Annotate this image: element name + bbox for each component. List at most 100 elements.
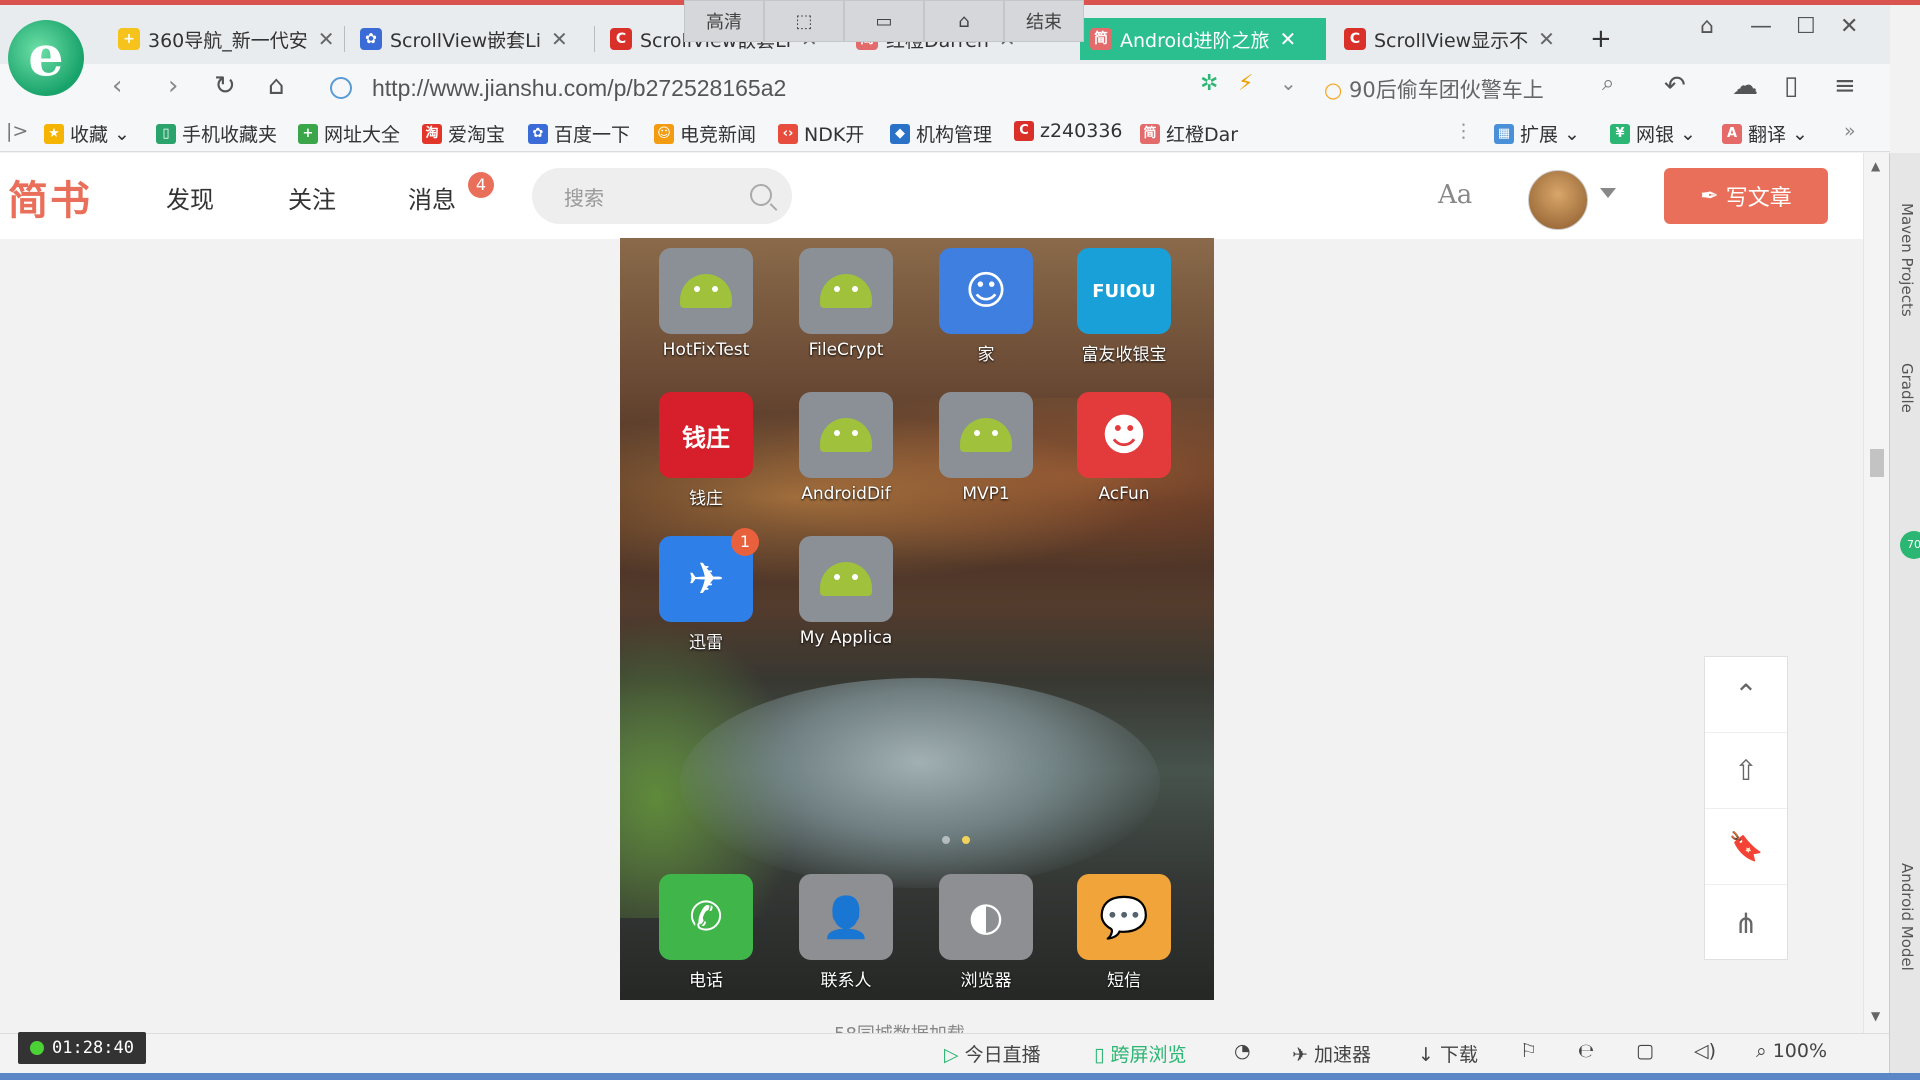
- bookmark-taobao[interactable]: 淘爱淘宝: [422, 120, 505, 147]
- window-icon[interactable]: ▢: [1636, 1040, 1654, 1062]
- close-icon[interactable]: ✕: [551, 27, 568, 51]
- dropdown-icon[interactable]: ⌄: [1280, 71, 1297, 95]
- nav-follow[interactable]: 关注: [288, 180, 336, 215]
- font-settings-button[interactable]: Aa: [1438, 180, 1472, 210]
- nav-discover[interactable]: 发现: [166, 180, 214, 215]
- chevron-down-icon[interactable]: [1600, 188, 1616, 198]
- zoom-control[interactable]: ⌕ 100%: [1756, 1040, 1827, 1062]
- record-home-icon[interactable]: ⌂: [924, 0, 1004, 42]
- more-bookmarks-icon[interactable]: ⋮: [1454, 120, 1473, 142]
- back-icon[interactable]: ‹: [112, 71, 122, 101]
- maximize-icon[interactable]: ☐: [1796, 14, 1816, 39]
- home-icon[interactable]: ⌂: [268, 71, 285, 101]
- record-end-button[interactable]: 结束: [1004, 0, 1084, 42]
- bookmark-z240336[interactable]: Cz240336: [1014, 120, 1123, 142]
- nav-messages[interactable]: 消息: [408, 180, 456, 215]
- star-icon: ★: [44, 123, 64, 144]
- search-field[interactable]: ○ 90后偷车团伙警车上: [1324, 74, 1624, 104]
- bookmark-mobile[interactable]: ▯ 手机收藏夹: [156, 120, 277, 147]
- chevron-right-icon[interactable]: »: [1844, 120, 1856, 142]
- scroll-top-icon[interactable]: ⌃: [1705, 657, 1787, 733]
- download-button[interactable]: ↓ 下载: [1418, 1040, 1478, 1067]
- recording-timer: 01:28:40: [18, 1032, 146, 1064]
- cloud-icon[interactable]: ☁: [1732, 71, 1758, 101]
- bookmark-directory[interactable]: + 网址大全: [298, 120, 400, 147]
- scrollbar[interactable]: ▲ ▼: [1863, 153, 1889, 1033]
- history-icon[interactable]: ◔: [1234, 1040, 1251, 1062]
- write-article-button[interactable]: ✒ 写文章: [1664, 168, 1828, 224]
- scroll-up-icon[interactable]: ▲: [1871, 159, 1880, 173]
- ie-icon[interactable]: ℮: [1578, 1040, 1594, 1062]
- bookmark-org[interactable]: ◆ 机构管理: [890, 120, 992, 147]
- close-icon[interactable]: ✕: [318, 27, 335, 51]
- browser-icon: ◐: [939, 874, 1033, 960]
- app-filecrypt: FileCrypt: [798, 248, 894, 360]
- speed-icon[interactable]: ✲: [1200, 71, 1218, 96]
- bookmark-icon[interactable]: 🔖: [1705, 809, 1787, 885]
- volume-icon[interactable]: ◁): [1694, 1040, 1716, 1062]
- acfun-icon: ☻: [1077, 392, 1171, 478]
- avatar[interactable]: [1528, 170, 1588, 230]
- tab-favicon-icon: +: [118, 28, 140, 50]
- search-icon[interactable]: [750, 184, 772, 206]
- app-acfun: ☻ AcFun: [1076, 392, 1172, 504]
- extensions-label: 扩展: [1520, 124, 1559, 146]
- cross-screen-label: 跨屏浏览: [1110, 1044, 1187, 1066]
- bookmark-darren[interactable]: 简红橙Dar: [1140, 120, 1238, 147]
- scroll-down-icon[interactable]: ▼: [1871, 1009, 1880, 1023]
- maven-projects-tab[interactable]: Maven Projects: [1894, 203, 1916, 317]
- url-field[interactable]: http://www.jianshu.com/p/b272528165a2: [330, 72, 1170, 104]
- tab-favicon-icon: ✿: [360, 28, 382, 50]
- record-hd-button[interactable]: 高清: [684, 0, 764, 42]
- tab-2[interactable]: ✿ ScrollView嵌套Li ✕: [350, 18, 580, 60]
- site-logo[interactable]: 简书: [8, 168, 92, 226]
- reload-icon[interactable]: ↻: [214, 71, 236, 101]
- site-search-input[interactable]: 搜索: [532, 168, 792, 224]
- bookmarks-toggle-icon[interactable]: |>: [6, 120, 28, 142]
- dock-sms: 💬 短信: [1076, 874, 1172, 991]
- url-text: http://www.jianshu.com/p/b272528165a2: [372, 74, 787, 101]
- search-icon[interactable]: ⌕: [1602, 71, 1614, 96]
- bookmark-favorites[interactable]: ★ 收藏 ⌄: [44, 120, 130, 147]
- lightning-icon[interactable]: ⚡: [1238, 71, 1253, 96]
- gradle-tab[interactable]: Gradle: [1894, 363, 1916, 413]
- share-up-icon[interactable]: ⇧: [1705, 733, 1787, 809]
- menu-icon[interactable]: ≡: [1834, 71, 1856, 101]
- window-close-icon[interactable]: ✕: [1840, 14, 1858, 39]
- minimize-icon[interactable]: —: [1750, 14, 1772, 39]
- browser-logo-icon[interactable]: e: [8, 20, 84, 96]
- app-mvp1: MVP1: [938, 392, 1034, 504]
- record-region-icon[interactable]: ⬚: [764, 0, 844, 42]
- tab-favicon-icon: 简: [1090, 28, 1112, 50]
- extensions-menu[interactable]: ▦ 扩展 ⌄: [1494, 120, 1580, 147]
- undo-icon[interactable]: ↶: [1664, 71, 1686, 101]
- close-icon[interactable]: ✕: [1538, 27, 1555, 51]
- skin-icon[interactable]: ⌂: [1700, 14, 1714, 39]
- tab-label: ScrollView嵌套Li: [390, 29, 542, 52]
- scrollbar-thumb[interactable]: [1870, 449, 1884, 477]
- android-icon: [799, 536, 893, 622]
- bookmark-esports[interactable]: ☺ 电竞新闻: [654, 120, 756, 147]
- reader-icon[interactable]: ▯: [1784, 71, 1798, 101]
- share-icon[interactable]: ⋔: [1705, 885, 1787, 961]
- live-button[interactable]: ▷ 今日直播: [944, 1040, 1041, 1067]
- ide-indicator: 70: [1900, 531, 1920, 559]
- record-window-icon[interactable]: ▭: [844, 0, 924, 42]
- accelerator-button[interactable]: ✈ 加速器: [1292, 1040, 1371, 1067]
- close-icon[interactable]: ✕: [1279, 27, 1296, 51]
- new-tab-button[interactable]: +: [1580, 18, 1620, 60]
- cross-screen-button[interactable]: ▯ 跨屏浏览: [1094, 1040, 1187, 1067]
- forward-icon[interactable]: ›: [168, 71, 178, 101]
- bookmark-baidu[interactable]: ✿ 百度一下: [528, 120, 630, 147]
- tab-1[interactable]: + 360导航_新一代安 ✕: [108, 18, 338, 60]
- app-label: 浏览器: [960, 971, 1012, 991]
- tab-active[interactable]: 简 Android进阶之旅 ✕: [1080, 18, 1326, 60]
- bookmark-ndk[interactable]: ‹› NDK开: [778, 120, 864, 147]
- ebank-menu[interactable]: ¥ 网银 ⌄: [1610, 120, 1696, 147]
- site-info-icon[interactable]: [330, 77, 352, 99]
- android-model-tab[interactable]: Android Model: [1894, 863, 1916, 971]
- translate-menu[interactable]: A 翻译 ⌄: [1722, 120, 1808, 147]
- download-icon: ↓: [1418, 1044, 1434, 1066]
- tab-6[interactable]: C ScrollView显示不 ✕: [1334, 18, 1564, 60]
- flag-icon[interactable]: ⚐: [1520, 1040, 1537, 1062]
